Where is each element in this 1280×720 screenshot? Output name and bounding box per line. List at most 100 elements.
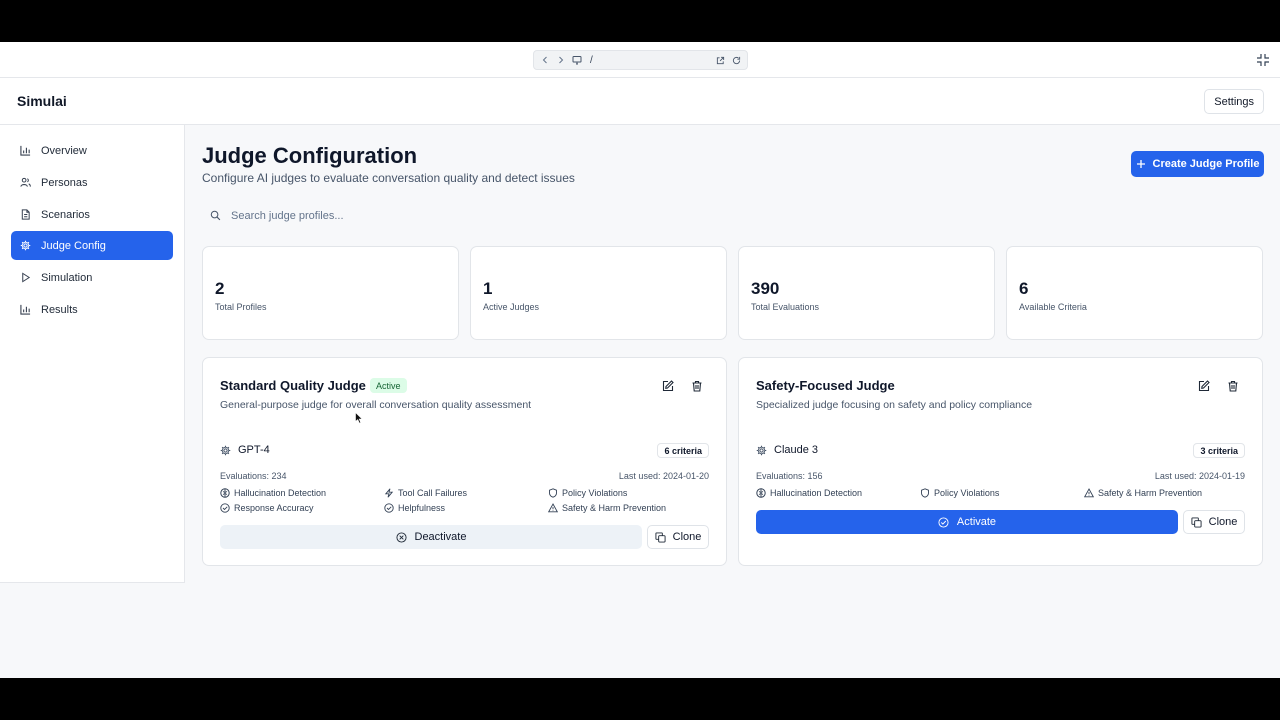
edit-icon[interactable] (1198, 380, 1210, 392)
reload-icon[interactable] (731, 55, 741, 65)
stat-card-active-judges: 1 Active Judges (470, 246, 727, 340)
criterion-item: Tool Call Failures (384, 488, 467, 498)
sidebar-item-judge-config[interactable]: Judge Config (11, 231, 173, 260)
model-name: Claude 3 (774, 444, 819, 456)
gear-icon (20, 240, 31, 251)
last-used-date: Last used: 2024-01-19 (1154, 471, 1245, 481)
brain-icon (220, 488, 230, 498)
search-placeholder: Search judge profiles... (231, 209, 344, 222)
judge-description: Specialized judge focusing on safety and… (756, 399, 1033, 411)
sidebar-item-overview[interactable]: Overview (11, 136, 173, 165)
sidebar-item-scenarios[interactable]: Scenarios (11, 200, 173, 229)
edit-icon[interactable] (662, 380, 674, 392)
criterion-label: Safety & Harm Prevention (1098, 488, 1203, 498)
sidebar-item-personas[interactable]: Personas (11, 168, 173, 197)
clone-button[interactable]: Clone (647, 525, 709, 549)
evaluations-count: Evaluations: 234 (220, 471, 287, 481)
url-text[interactable]: / (590, 55, 709, 66)
check-circle-icon (384, 503, 394, 513)
criterion-item: Safety & Harm Prevention (1084, 488, 1202, 498)
clone-label: Clone (1208, 516, 1238, 528)
sidebar-item-label: Results (41, 303, 78, 316)
app-header: Simulai Settings (0, 78, 1280, 125)
stat-value: 6 (1019, 279, 1029, 298)
create-button-label: Create Judge Profile (1152, 158, 1260, 170)
check-circle-icon (938, 516, 949, 528)
warning-icon (548, 503, 558, 513)
check-circle-icon (220, 503, 230, 513)
stat-card-total-evaluations: 390 Total Evaluations (738, 246, 995, 340)
warning-icon (1084, 488, 1094, 498)
settings-button[interactable]: Settings (1204, 89, 1264, 114)
judge-card-safety-focused: Safety-Focused Judge Specialized judge f… (738, 357, 1263, 566)
address-bar[interactable]: / (533, 50, 748, 70)
bottom-letterbox (0, 678, 1280, 720)
criterion-label: Safety & Harm Prevention (562, 503, 667, 513)
judge-model: GPT-4 (220, 444, 270, 456)
monitor-icon (572, 55, 582, 65)
search-input[interactable]: Search judge profiles... (202, 202, 479, 229)
stat-value: 2 (215, 279, 225, 298)
page-title: Judge Configuration (202, 143, 418, 168)
judge-model: Claude 3 (756, 444, 818, 456)
sidebar: Overview Personas Scenarios Judge Config… (0, 125, 185, 583)
bar-chart-icon (20, 304, 31, 315)
sidebar-item-label: Personas (41, 176, 88, 189)
stat-value: 390 (751, 279, 780, 298)
stat-card-available-criteria: 6 Available Criteria (1006, 246, 1263, 340)
judge-description: General-purpose judge for overall conver… (220, 399, 532, 411)
copy-icon (1191, 516, 1202, 528)
status-badge: Active (370, 378, 407, 393)
stat-value: 1 (483, 279, 493, 298)
brand-logo-text: Simulai (17, 93, 67, 109)
activate-label: Activate (956, 516, 997, 528)
sidebar-item-label: Scenarios (41, 208, 90, 221)
external-link-icon[interactable] (715, 55, 725, 65)
clone-button[interactable]: Clone (1183, 510, 1245, 534)
copy-icon (655, 531, 666, 543)
judge-card-standard-quality: Standard Quality Judge Active General-pu… (202, 357, 727, 566)
deactivate-label: Deactivate (414, 531, 467, 543)
sidebar-item-label: Simulation (41, 271, 93, 284)
search-icon (210, 210, 221, 221)
criterion-item: Safety & Harm Prevention (548, 503, 666, 513)
stat-label: Total Profiles (215, 302, 267, 312)
criterion-label: Helpfulness (398, 503, 446, 513)
sidebar-item-results[interactable]: Results (11, 295, 173, 324)
play-icon (22, 272, 31, 283)
create-judge-profile-button[interactable]: Create Judge Profile (1131, 151, 1264, 177)
stat-card-total-profiles: 2 Total Profiles (202, 246, 459, 340)
criterion-label: Hallucination Detection (770, 488, 863, 498)
activate-button[interactable]: Activate (756, 510, 1178, 534)
criterion-label: Policy Violations (934, 488, 1000, 498)
criterion-item: Policy Violations (920, 488, 999, 498)
chevron-left-icon[interactable] (540, 55, 550, 65)
shield-icon (921, 488, 929, 498)
criterion-label: Response Accuracy (234, 503, 314, 513)
criteria-count-badge: 3 criteria (1193, 443, 1245, 458)
criterion-item: Response Accuracy (220, 503, 314, 513)
stat-label: Active Judges (483, 302, 540, 312)
x-circle-icon (395, 531, 407, 543)
model-name: GPT-4 (238, 444, 270, 456)
sidebar-item-simulation[interactable]: Simulation (11, 263, 173, 292)
stat-label: Total Evaluations (751, 302, 820, 312)
main-content: Judge Configuration Configure AI judges … (185, 125, 1280, 678)
zap-icon (384, 488, 394, 498)
deactivate-button[interactable]: Deactivate (220, 525, 642, 549)
plus-icon (1136, 160, 1145, 168)
background-filler (0, 583, 185, 678)
sidebar-item-label: Judge Config (41, 239, 106, 252)
shield-icon (549, 488, 557, 498)
clone-label: Clone (672, 531, 702, 543)
trash-icon[interactable] (691, 380, 703, 392)
sidebar-item-label: Overview (41, 144, 87, 157)
last-used-date: Last used: 2024-01-20 (618, 471, 709, 481)
collapse-icon[interactable] (1256, 53, 1270, 67)
criterion-label: Tool Call Failures (398, 488, 468, 498)
browser-toolbar: / (0, 42, 1280, 78)
trash-icon[interactable] (1227, 380, 1239, 392)
criterion-label: Policy Violations (562, 488, 628, 498)
criterion-item: Policy Violations (548, 488, 627, 498)
chevron-right-icon[interactable] (556, 55, 566, 65)
